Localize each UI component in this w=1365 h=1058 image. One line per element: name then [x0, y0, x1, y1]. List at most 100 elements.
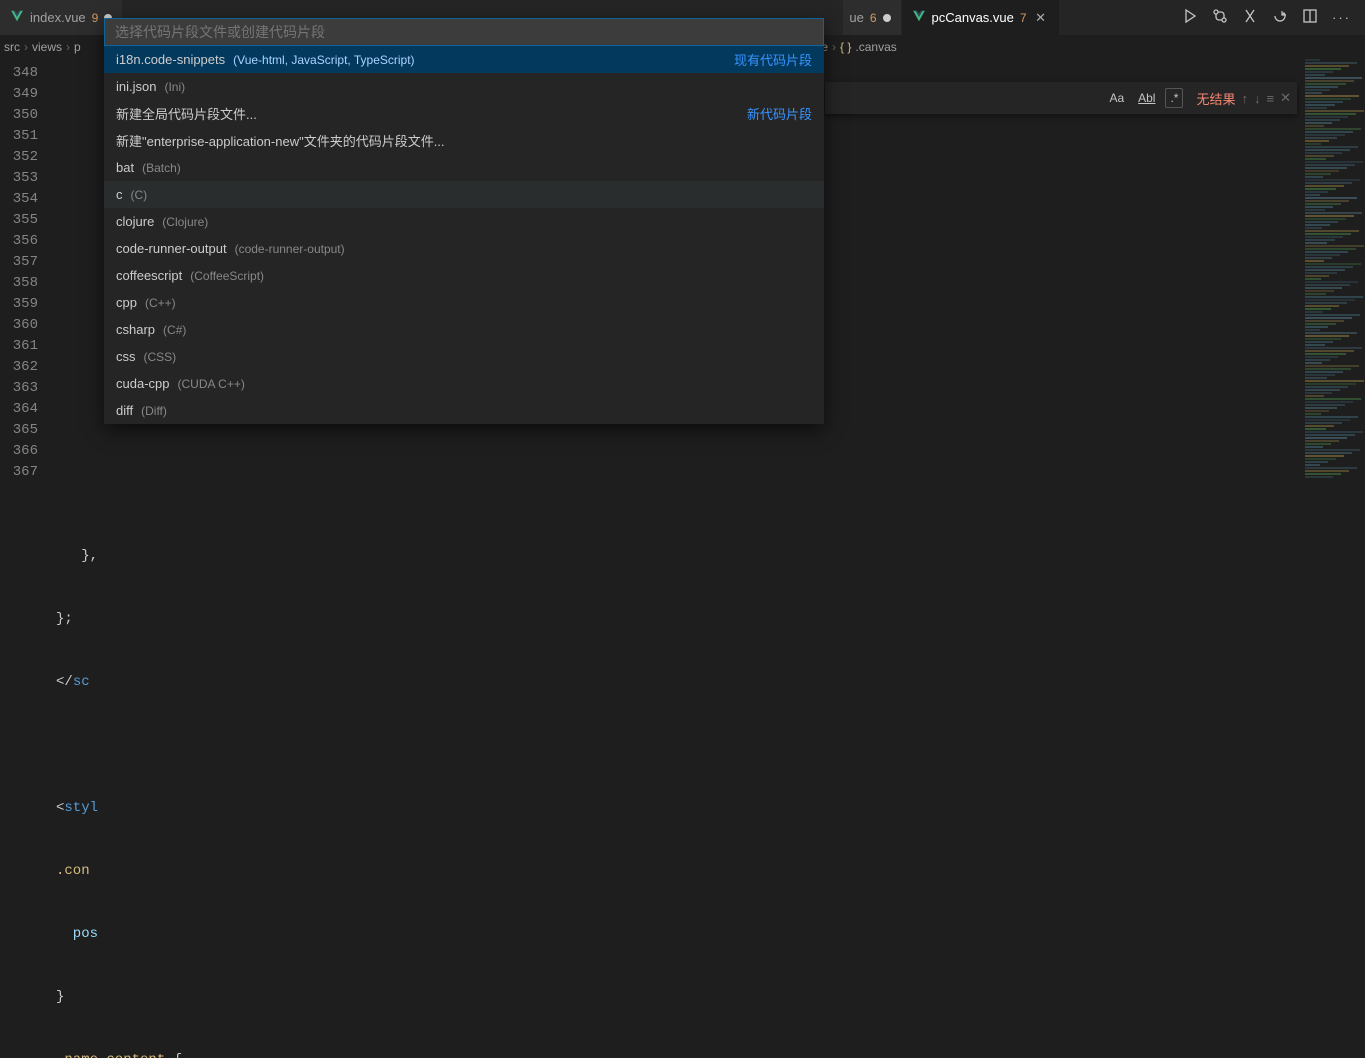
find-widget: Aa Abl .* 无结果 ↑ ↓ ≡ ✕ [825, 82, 1297, 114]
chevron-right-icon: › [66, 40, 70, 54]
close-icon[interactable]: ✕ [1280, 90, 1291, 106]
regex-toggle[interactable]: .* [1165, 88, 1183, 108]
line-number: 364 [0, 399, 38, 420]
quick-picker-item-detail: (Vue-html, JavaScript, TypeScript) [233, 53, 414, 67]
line-number: 349 [0, 84, 38, 105]
quick-picker-item[interactable]: bat(Batch) [104, 154, 824, 181]
tab-label: index.vue [30, 10, 86, 25]
chevron-right-icon: › [832, 40, 836, 54]
code-line [56, 735, 1299, 756]
quick-picker-item-detail: (CoffeeScript) [190, 269, 264, 283]
quick-picker-input[interactable] [104, 18, 824, 46]
quick-picker-item[interactable]: cuda-cpp(CUDA C++) [104, 370, 824, 397]
next-match-icon[interactable]: ↓ [1254, 91, 1261, 106]
quick-picker-item[interactable]: csharp (C#) [104, 316, 824, 343]
quick-picker: i18n.code-snippets (Vue-html, JavaScript,… [104, 18, 824, 424]
line-number: 353 [0, 168, 38, 189]
quick-picker-item-label: css [116, 349, 136, 364]
code-line: } [56, 987, 1299, 1008]
quick-picker-item[interactable]: 新建全局代码片段文件... 新代码片段 [104, 100, 824, 127]
line-number: 367 [0, 462, 38, 483]
breadcrumb-seg[interactable]: views [32, 40, 62, 54]
close-icon[interactable]: ✕ [1033, 10, 1049, 26]
minimap[interactable] [1301, 59, 1365, 529]
line-number: 366 [0, 441, 38, 462]
quick-picker-item-detail: (C++) [145, 296, 176, 310]
quick-picker-item[interactable]: cpp(C++) [104, 289, 824, 316]
quick-picker-item[interactable]: ini.json(Ini) [104, 73, 824, 100]
braces-icon: { } [840, 40, 851, 54]
quick-picker-item-detail: (C) [131, 188, 148, 202]
code-line: pos [56, 924, 1299, 945]
vue-icon [912, 9, 926, 26]
tab-label: ue [849, 10, 863, 25]
quick-picker-item-label: c [116, 187, 123, 202]
tab-middle-vue[interactable]: ue 6 [843, 0, 901, 35]
match-case-toggle[interactable]: Aa [1105, 89, 1128, 107]
quick-picker-item-label: code-runner-output [116, 241, 227, 256]
tab-pccanvas-vue[interactable]: pcCanvas.vue 7 ✕ [902, 0, 1060, 35]
tab-badge: 9 [92, 11, 99, 25]
split-icon[interactable] [1302, 8, 1318, 27]
line-number: 355 [0, 210, 38, 231]
whole-word-toggle[interactable]: Abl [1134, 89, 1159, 107]
code-line: .name-content { [56, 1050, 1299, 1058]
line-number: 356 [0, 231, 38, 252]
line-number: 361 [0, 336, 38, 357]
line-number: 351 [0, 126, 38, 147]
quick-picker-item[interactable]: css(CSS) [104, 343, 824, 370]
more-icon[interactable]: ··· [1332, 10, 1351, 25]
line-number: 352 [0, 147, 38, 168]
quick-picker-item-label: csharp [116, 322, 155, 337]
code-line: <styl [56, 798, 1299, 819]
quick-picker-item-label: clojure [116, 214, 154, 229]
git-compare-icon[interactable] [1212, 8, 1228, 27]
tab-badge: 6 [870, 11, 877, 25]
line-number: 360 [0, 315, 38, 336]
code-line: .con [56, 861, 1299, 882]
quick-picker-item-label: 新建"enterprise-application-new"文件夹的代码片段文件… [116, 131, 445, 150]
line-number: 354 [0, 189, 38, 210]
quick-picker-list: i18n.code-snippets (Vue-html, JavaScript,… [104, 46, 824, 424]
breadcrumb-seg[interactable]: .canvas [855, 40, 896, 54]
tab-badge: 7 [1020, 11, 1027, 25]
code-line: }, [56, 546, 1299, 567]
code-line: </sc [56, 672, 1299, 693]
quick-picker-item[interactable]: coffeescript (CoffeeScript) [104, 262, 824, 289]
line-number: 357 [0, 252, 38, 273]
prev-match-icon[interactable]: ↑ [1242, 91, 1249, 106]
tab-dirty-dot [883, 14, 891, 22]
quick-picker-item[interactable]: i18n.code-snippets (Vue-html, JavaScript,… [104, 46, 824, 73]
quick-picker-item-detail: (Clojure) [162, 215, 208, 229]
breadcrumb-seg[interactable]: src [4, 40, 20, 54]
quick-picker-item[interactable]: code-runner-output (code-runner-output) [104, 235, 824, 262]
quick-picker-item-right: 新代码片段 [747, 104, 812, 123]
chevron-right-icon: › [24, 40, 28, 54]
breadcrumb-seg[interactable]: p [74, 40, 81, 54]
quick-picker-item-detail: (code-runner-output) [235, 242, 345, 256]
quick-picker-item-detail: (Ini) [164, 80, 185, 94]
quick-picker-item[interactable]: diff (Diff) [104, 397, 824, 424]
quick-picker-item-detail: (Diff) [141, 404, 167, 418]
quick-picker-item-label: coffeescript [116, 268, 182, 283]
quick-picker-item-detail: (Batch) [142, 161, 181, 175]
find-status: 无结果 [1196, 89, 1235, 108]
line-number: 348 [0, 63, 38, 84]
diff-icon[interactable] [1242, 8, 1258, 27]
revert-icon[interactable] [1272, 8, 1288, 27]
find-menu-icon[interactable]: ≡ [1267, 91, 1275, 106]
quick-picker-item-detail: (C#) [163, 323, 186, 337]
line-gutter: 3483493503513523533543553563573583593603… [0, 59, 56, 529]
tab-label: pcCanvas.vue [932, 10, 1014, 25]
vue-icon [10, 9, 24, 26]
quick-picker-item-right: 现有代码片段 [734, 50, 812, 69]
quick-picker-item[interactable]: 新建"enterprise-application-new"文件夹的代码片段文件… [104, 127, 824, 154]
quick-picker-item-label: diff [116, 403, 133, 418]
run-icon[interactable] [1182, 8, 1198, 27]
editor-actions: ··· [1182, 0, 1365, 35]
quick-picker-item-label: i18n.code-snippets [116, 52, 225, 67]
quick-picker-item-detail: (CUDA C++) [177, 377, 244, 391]
quick-picker-item[interactable]: c (C) [104, 181, 824, 208]
quick-picker-item[interactable]: clojure (Clojure) [104, 208, 824, 235]
quick-picker-item-label: 新建全局代码片段文件... [116, 104, 257, 123]
